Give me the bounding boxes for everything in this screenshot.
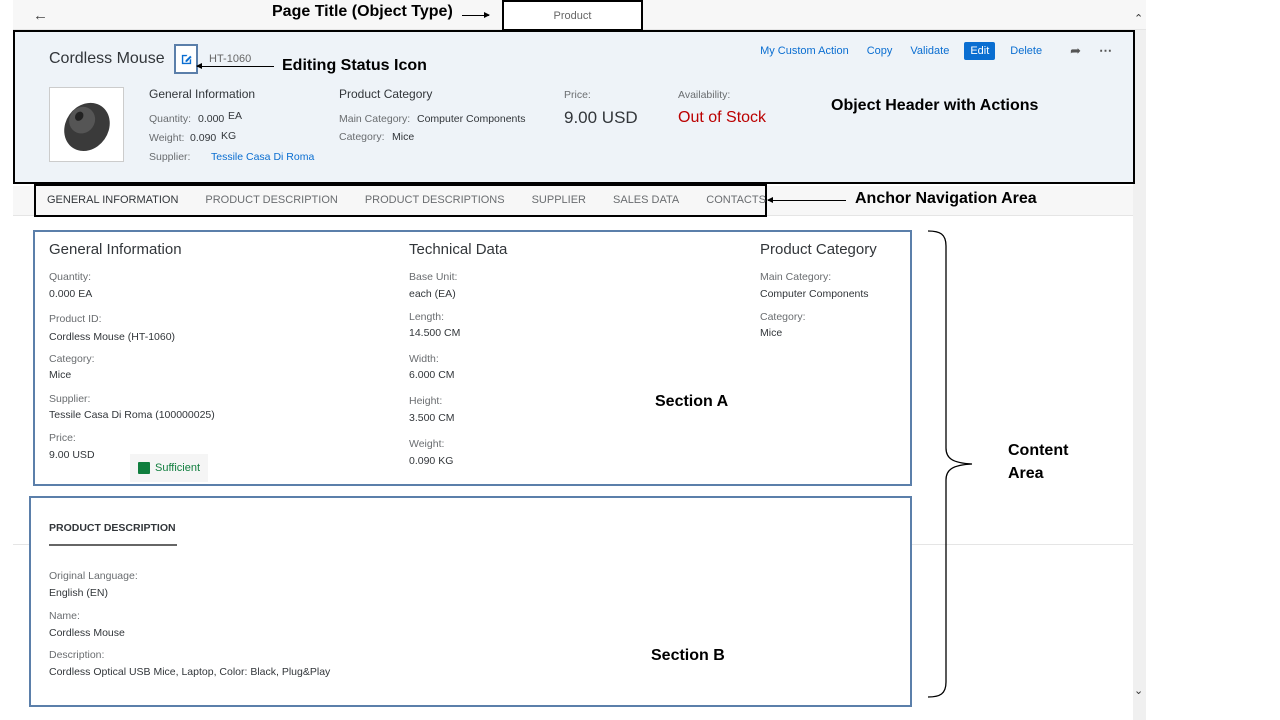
- edit-button[interactable]: Edit: [964, 42, 996, 60]
- field-value: English (EN): [49, 587, 108, 599]
- field-label: Base Unit:: [409, 271, 458, 283]
- general-information-title: General Information: [49, 241, 182, 258]
- category-label: Category:: [339, 131, 385, 143]
- field-value: 3.500 CM: [409, 412, 455, 424]
- field-value: Mice: [49, 369, 72, 381]
- annotation-object-header: Object Header with Actions: [831, 97, 1039, 114]
- chevron-down-icon[interactable]: ⌄: [1134, 684, 1143, 697]
- copy-button[interactable]: Copy: [858, 42, 902, 60]
- header-actions: My Custom Action Copy Validate Edit Dele…: [751, 42, 1121, 60]
- section-b: PRODUCT DESCRIPTION Original Language: E…: [29, 496, 912, 707]
- annotation-page-title: Page Title (Object Type): [272, 3, 453, 20]
- success-square-icon: [138, 462, 150, 474]
- field-value: 6.000 CM: [409, 369, 455, 381]
- field-label: Main Category:: [760, 271, 832, 283]
- annotation-arrow: [462, 12, 490, 18]
- anchor-sales-data[interactable]: SALES DATA: [613, 194, 679, 206]
- weight-unit: KG: [221, 130, 237, 142]
- my-custom-action-button[interactable]: My Custom Action: [751, 42, 858, 60]
- field-value: Cordless Mouse: [49, 627, 125, 639]
- annotation-anchor-navigation: Anchor Navigation Area: [855, 190, 1037, 207]
- supplier-label: Supplier:: [149, 151, 191, 163]
- availability-value: Out of Stock: [678, 109, 767, 126]
- page-title-box: Product: [502, 0, 643, 31]
- field-value: Tessile Casa Di Roma (100000025): [49, 409, 215, 421]
- supplier-link[interactable]: Tessile Casa Di Roma: [211, 151, 314, 163]
- editing-status-icon: [174, 44, 198, 74]
- price-value: 9.00 USD: [564, 108, 638, 127]
- back-arrow-icon[interactable]: ←: [33, 7, 48, 24]
- field-value: Mice: [760, 327, 783, 339]
- field-value: Computer Components: [760, 288, 869, 300]
- section-a: General Information Quantity: 0.000 EA P…: [33, 230, 912, 486]
- share-icon[interactable]: ➦: [1061, 43, 1090, 59]
- annotation-content-area-line1: Content: [1008, 442, 1069, 459]
- main-category-label: Main Category:: [339, 113, 411, 125]
- quantity-value: 0.000: [198, 113, 225, 125]
- content-area-brace: [927, 230, 973, 698]
- main-category-value: Computer Components: [417, 113, 526, 125]
- category-value: Mice: [392, 131, 415, 143]
- field-label: Width:: [409, 353, 439, 365]
- field-label: Description:: [49, 649, 105, 661]
- availability-label: Availability:: [678, 89, 731, 101]
- annotation-content-area-line2: Area: [1008, 465, 1044, 482]
- field-value: Cordless Mouse (HT-1060): [49, 331, 176, 343]
- page-title: Product: [553, 9, 592, 22]
- anchor-general-information[interactable]: GENERAL INFORMATION: [47, 194, 178, 206]
- anchor-contacts[interactable]: CONTACTS: [706, 194, 766, 206]
- weight-label: Weight:: [149, 132, 185, 144]
- object-id: HT-1060: [209, 53, 252, 65]
- field-label: Category:: [49, 353, 95, 365]
- divider: [13, 544, 29, 545]
- field-label: Supplier:: [49, 393, 91, 405]
- field-value: 9.00 USD: [49, 449, 95, 461]
- field-label: Weight:: [409, 438, 445, 450]
- product-description-title: PRODUCT DESCRIPTION: [49, 522, 176, 534]
- field-label: Name:: [49, 610, 80, 622]
- tab-underline: [49, 544, 177, 546]
- weight-value: 0.090: [190, 132, 217, 144]
- annotation-section-b: Section B: [651, 647, 725, 664]
- annotation-arrow: [767, 197, 846, 203]
- more-icon[interactable]: ⋯: [1090, 43, 1121, 59]
- field-label: Category:: [760, 311, 806, 323]
- annotation-editing-status: Editing Status Icon: [282, 57, 427, 74]
- field-label: Length:: [409, 311, 445, 323]
- field-label: Original Language:: [49, 570, 138, 582]
- validate-button[interactable]: Validate: [901, 42, 958, 60]
- quantity-unit: EA: [228, 110, 243, 122]
- technical-data-title: Technical Data: [409, 241, 508, 258]
- chevron-up-icon[interactable]: ⌃: [1134, 12, 1143, 25]
- product-category-title: Product Category: [760, 241, 877, 258]
- anchor-supplier[interactable]: SUPPLIER: [532, 194, 586, 206]
- field-label: Height:: [409, 395, 443, 407]
- field-label: Price:: [49, 432, 76, 444]
- field-label: Product ID:: [49, 313, 102, 325]
- product-category-group-title: Product Category: [339, 87, 433, 101]
- status-text: Sufficient: [155, 462, 201, 474]
- annotation-section-a: Section A: [655, 393, 729, 410]
- anchor-product-descriptions[interactable]: PRODUCT DESCRIPTIONS: [365, 194, 505, 206]
- field-label: Quantity:: [49, 271, 92, 283]
- field-value: each (EA): [409, 288, 456, 300]
- field-value: 14.500 CM: [409, 327, 461, 339]
- price-label: Price:: [564, 89, 591, 101]
- field-value: 0.090 KG: [409, 455, 454, 467]
- general-info-group-title: General Information: [149, 87, 256, 101]
- quantity-label: Quantity:: [149, 113, 192, 125]
- product-image: [49, 87, 124, 162]
- object-title: Cordless Mouse: [49, 50, 165, 67]
- field-value: Cordless Optical USB Mice, Laptop, Color…: [49, 666, 331, 678]
- field-value: 0.000 EA: [49, 288, 93, 300]
- app-root: ← Product ⌃ ⌄ Cordless Mouse HT-1060 My …: [0, 0, 1280, 720]
- anchor-product-description[interactable]: PRODUCT DESCRIPTION: [205, 194, 337, 206]
- status-badge: Sufficient: [130, 454, 209, 482]
- annotation-arrow: [196, 63, 274, 69]
- delete-button[interactable]: Delete: [1001, 42, 1051, 60]
- anchor-items: GENERAL INFORMATION PRODUCT DESCRIPTION …: [47, 194, 766, 206]
